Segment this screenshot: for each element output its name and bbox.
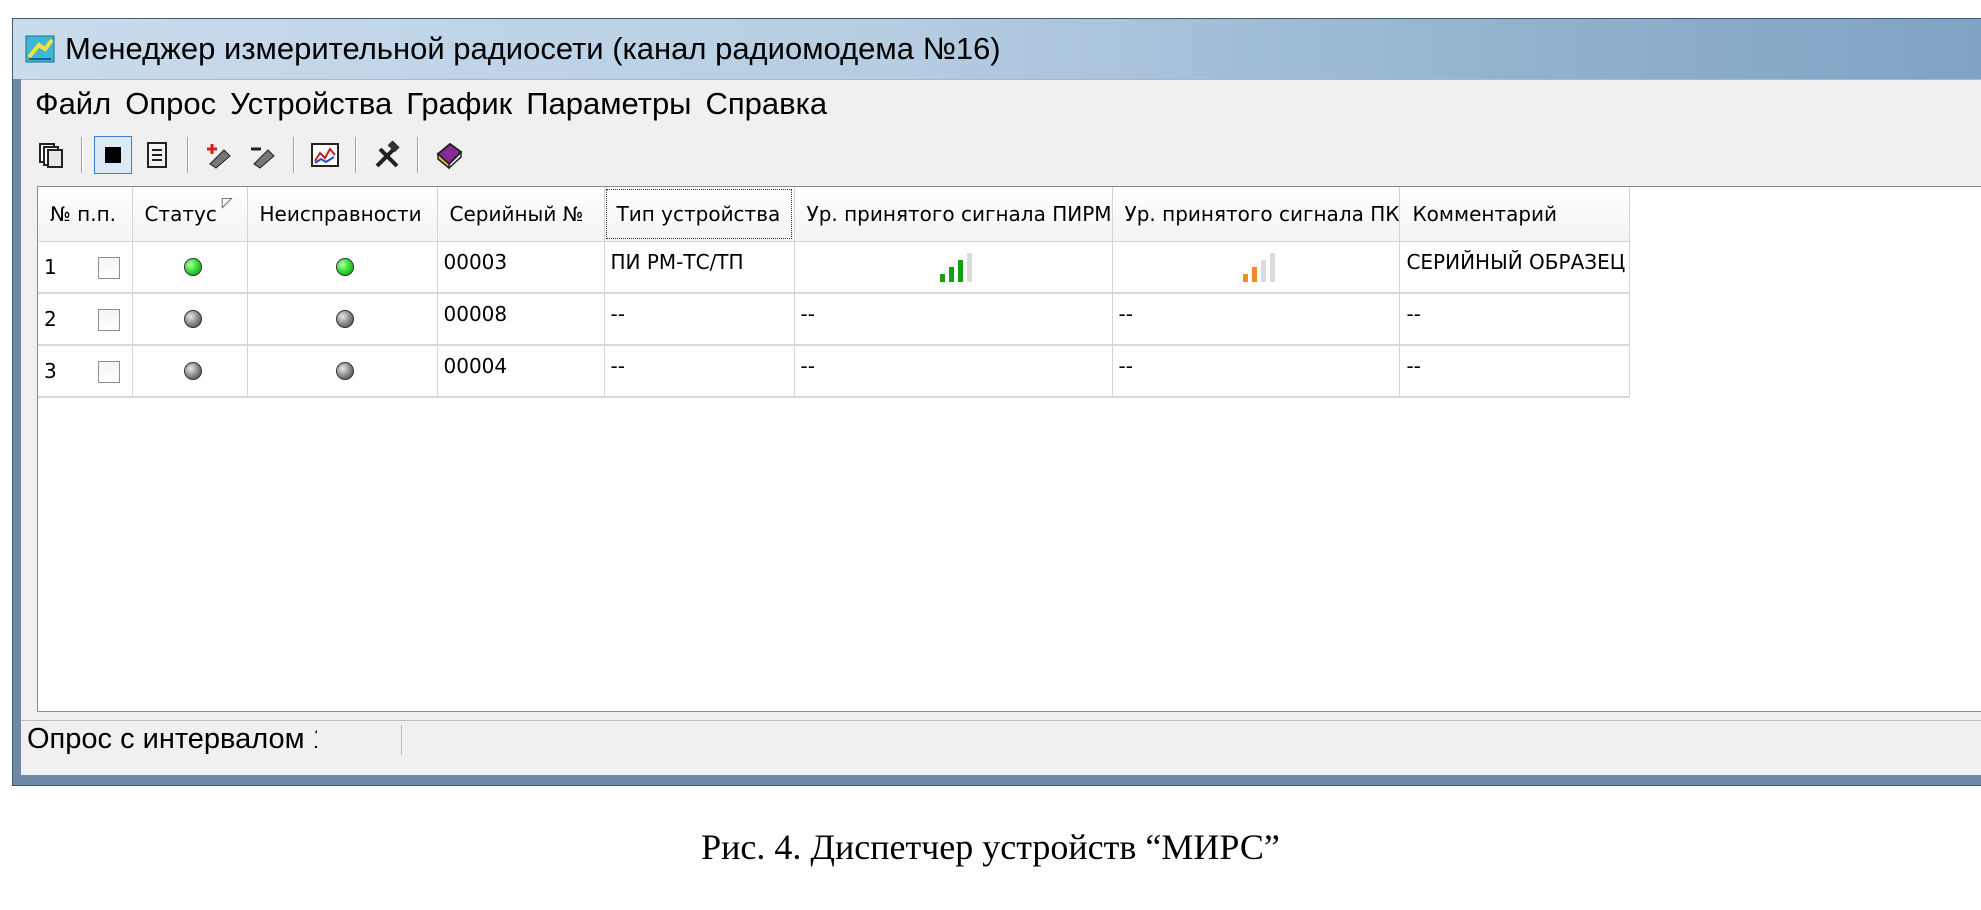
toolbar-separator <box>417 137 419 173</box>
toolbar-separator <box>293 137 295 173</box>
column-header-comment[interactable]: Комментарий <box>1399 187 1631 242</box>
signal-pk-icon <box>1242 252 1275 282</box>
cell-number: 1 <box>38 241 133 294</box>
toolbar-separator <box>81 137 83 173</box>
table-row[interactable]: 2 00008 -- -- -- -- <box>38 293 1631 346</box>
status-led-icon <box>183 310 202 328</box>
column-header-device-type[interactable]: Тип устройства <box>604 187 795 242</box>
signal-bar <box>1242 273 1248 282</box>
menu-devices[interactable]: Устройства <box>230 86 392 122</box>
figure-caption: Рис. 4. Диспетчер устройств “МИРС” <box>701 827 1280 867</box>
cell-number: 3 <box>38 345 133 398</box>
cell-faults <box>247 241 438 294</box>
signal-bar <box>1251 266 1257 282</box>
cell-signal-pirm <box>794 241 1113 294</box>
fault-led-icon <box>336 362 354 380</box>
devices-table-area: № п.п. Статус ◸ Неисправности Серийный № … <box>37 186 1981 712</box>
help-book-icon[interactable] <box>430 136 468 174</box>
menu-parameters[interactable]: Параметры <box>526 86 691 122</box>
menu-help[interactable]: Справка <box>705 86 827 122</box>
row-checkbox[interactable] <box>98 257 120 279</box>
table-header-row: № п.п. Статус ◸ Неисправности Серийный № … <box>38 187 1631 242</box>
row-checkbox[interactable] <box>98 309 120 332</box>
status-led-icon <box>183 257 202 276</box>
remove-device-icon[interactable] <box>244 136 282 174</box>
table-row[interactable]: 3 00004 -- -- -- -- <box>38 345 1631 398</box>
devices-table: № п.п. Статус ◸ Неисправности Серийный № … <box>38 187 1631 398</box>
cell-signal-pirm: -- <box>794 293 1113 346</box>
cell-signal-pk <box>1112 241 1401 294</box>
menu-file[interactable]: Файл <box>35 86 111 122</box>
app-logo-icon <box>25 35 55 63</box>
cell-status <box>132 345 248 398</box>
chart-icon[interactable] <box>306 136 344 174</box>
cell-serial: 00003 <box>437 241 605 294</box>
cell-faults <box>247 293 438 346</box>
status-separator <box>401 725 402 755</box>
cell-faults <box>247 345 438 398</box>
add-device-icon[interactable] <box>200 136 238 174</box>
window-title: Менеджер измерительной радиосети (канал … <box>65 31 1001 66</box>
signal-pirm-icon <box>940 252 972 282</box>
cell-comment: -- <box>1399 293 1631 346</box>
column-header-signal-pirm[interactable]: Ур. принятого сигнала ПИРМ <box>794 187 1113 242</box>
column-header-status-label: Статус <box>144 201 217 226</box>
cell-signal-pirm: -- <box>794 345 1113 398</box>
cell-device-type: -- <box>604 293 795 346</box>
sort-indicator-icon: ◸ <box>221 195 233 211</box>
stop-icon[interactable] <box>94 136 132 174</box>
signal-bar <box>958 259 963 282</box>
tools-icon[interactable] <box>368 136 406 174</box>
column-header-status[interactable]: Статус ◸ <box>132 187 248 242</box>
table-body: 1 00003 ПИ РМ-ТС/ТП СЕРИЙНЫЙ ОБРАЗЕЦ 2 00008-… <box>38 241 1631 398</box>
fault-led-icon <box>336 257 354 276</box>
row-checkbox[interactable] <box>98 361 120 384</box>
report-icon[interactable] <box>138 136 176 174</box>
column-header-faults[interactable]: Неисправности <box>247 187 438 242</box>
status-led-icon <box>183 362 202 380</box>
cell-comment: -- <box>1399 345 1631 398</box>
cell-status <box>132 241 248 294</box>
signal-bar <box>1269 252 1275 282</box>
toolbar-separator <box>187 137 189 173</box>
column-header-number[interactable]: № п.п. <box>38 187 133 242</box>
cell-signal-pk: -- <box>1112 293 1401 346</box>
cell-device-type: -- <box>604 345 795 398</box>
menu-poll[interactable]: Опрос <box>125 86 216 122</box>
app-window: Менеджер измерительной радиосети (канал … <box>12 18 1981 786</box>
cell-serial: 00008 <box>437 293 605 346</box>
column-header-signal-pk[interactable]: Ур. принятого сигнала ПК <box>1112 187 1401 242</box>
client-area: Файл Опрос Устройства График Параметры С… <box>21 79 1981 775</box>
cell-comment: СЕРИЙНЫЙ ОБРАЗЕЦ <box>1399 241 1631 294</box>
signal-bar <box>949 266 954 282</box>
menu-chart[interactable]: График <box>406 86 512 122</box>
cell-serial: 00004 <box>437 345 605 398</box>
toolbar <box>21 130 1981 180</box>
column-header-serial[interactable]: Серийный № <box>437 187 605 242</box>
row-number: 3 <box>44 358 57 383</box>
title-bar[interactable]: Менеджер измерительной радиосети (канал … <box>13 19 1981 79</box>
fault-led-icon <box>336 310 354 328</box>
table-row[interactable]: 1 00003 ПИ РМ-ТС/ТП СЕРИЙНЫЙ ОБРАЗЕЦ <box>38 241 1631 294</box>
status-text: Опрос с интервалом 1 с <box>27 723 317 755</box>
signal-bar <box>1260 259 1266 282</box>
cell-number: 2 <box>38 293 133 346</box>
row-number: 1 <box>44 254 57 279</box>
cell-signal-pk: -- <box>1112 345 1401 398</box>
menu-bar: Файл Опрос Устройства График Параметры С… <box>21 80 1981 128</box>
cell-status <box>132 293 248 346</box>
cell-device-type: ПИ РМ-ТС/ТП <box>604 241 795 294</box>
signal-bar <box>940 273 945 282</box>
row-number: 2 <box>44 306 57 331</box>
copy-icon[interactable] <box>32 136 70 174</box>
toolbar-separator <box>355 137 357 173</box>
status-bar: Опрос с интервалом 1 с <box>21 720 1981 759</box>
signal-bar <box>967 252 972 282</box>
